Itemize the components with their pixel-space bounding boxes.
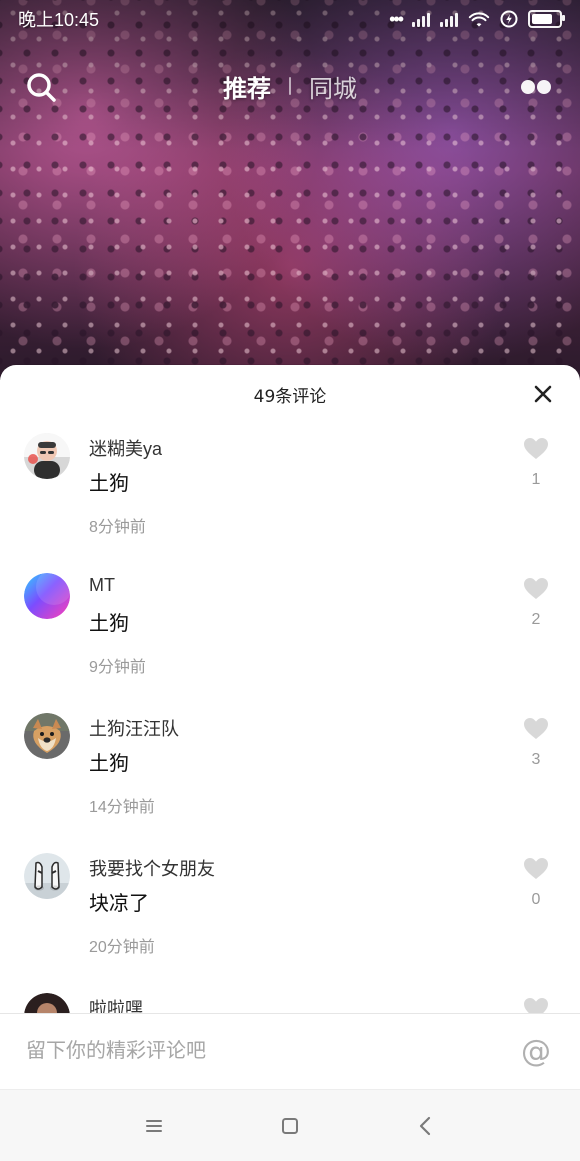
like-count: 2 <box>531 611 541 628</box>
avatar[interactable] <box>24 433 70 479</box>
comment-list[interactable]: 迷糊美ya 土狗 8分钟前 1 MT 土狗 9分钟前 2 土狗汪汪队 土狗 14… <box>0 423 580 1013</box>
comment-input[interactable] <box>24 1039 516 1064</box>
signal-icon <box>412 11 430 27</box>
comment-item: 土狗汪汪队 土狗 14分钟前 3 <box>0 703 580 843</box>
menu-icon <box>146 1119 162 1132</box>
comment-text: 土狗 <box>89 613 129 635</box>
comment-time: 8分钟前 <box>89 519 146 536</box>
comment-time: 9分钟前 <box>89 659 146 676</box>
avatar[interactable] <box>24 713 70 759</box>
comment-input-bar: @ <box>0 1013 580 1089</box>
comment-item: 我要找个女朋友 块凉了 20分钟前 0 <box>0 843 580 983</box>
comment-author[interactable]: 土狗汪汪队 <box>89 715 179 741</box>
close-comments-button[interactable] <box>528 379 558 409</box>
more-status-icon: ••• <box>389 8 404 29</box>
comment-author[interactable]: 我要找个女朋友 <box>89 855 215 881</box>
comment-time: 20分钟前 <box>89 939 155 956</box>
like-count: 1 <box>531 471 541 488</box>
battery-icon <box>528 10 565 28</box>
tab-recommend[interactable]: 推荐 <box>221 65 273 108</box>
signal-icon-2 <box>440 11 458 27</box>
close-icon <box>534 385 552 403</box>
like-count: 3 <box>531 751 541 768</box>
more-button[interactable] <box>514 68 558 106</box>
heart-icon <box>524 858 548 879</box>
avatar[interactable] <box>24 853 70 899</box>
home-icon <box>282 1117 298 1134</box>
comment-item: MT 土狗 9分钟前 2 <box>0 563 580 703</box>
at-icon: @ <box>521 1034 551 1069</box>
avatar-photo-icon <box>24 433 70 479</box>
like-button[interactable]: 1 <box>514 435 558 513</box>
comment-item: 迷糊美ya 土狗 8分钟前 1 <box>0 423 580 563</box>
like-button[interactable]: 2 <box>514 575 558 653</box>
comments-count-title: 49条评论 <box>253 386 327 407</box>
comment-text: 块凉了 <box>89 893 149 915</box>
comment-text: 土狗 <box>89 473 129 495</box>
comments-sheet: 49条评论 迷糊美ya 土狗 8分钟前 1 MT 土狗 9分钟前 2 土狗汪汪队… <box>0 365 580 1161</box>
heart-icon <box>524 718 548 739</box>
comment-author[interactable]: 迷糊美ya <box>89 435 162 461</box>
heart-icon <box>524 578 548 599</box>
tab-divider <box>289 77 291 95</box>
heart-icon <box>524 438 548 459</box>
like-button[interactable]: 3 <box>514 715 558 793</box>
search-icon <box>27 73 56 102</box>
avatar-gradient-icon <box>24 573 70 619</box>
dog-avatar-icon <box>24 713 70 759</box>
home-button[interactable] <box>268 1104 312 1148</box>
feed-tabs: 推荐 同城 <box>221 65 359 108</box>
dots-icon <box>521 80 551 94</box>
tab-local[interactable]: 同城 <box>307 65 359 108</box>
like-button[interactable]: 0 <box>514 855 558 933</box>
search-button[interactable] <box>22 68 60 106</box>
back-icon <box>419 1116 431 1135</box>
like-count: 0 <box>531 891 541 908</box>
comment-time: 14分钟前 <box>89 799 155 816</box>
wifi-icon <box>468 12 490 27</box>
comments-header: 49条评论 <box>0 365 580 423</box>
mention-button[interactable]: @ <box>516 1032 556 1072</box>
shoes-avatar-icon <box>24 853 70 899</box>
bolt-icon <box>500 10 518 28</box>
comment-text: 土狗 <box>89 753 129 775</box>
comment-author[interactable]: MT <box>89 575 115 596</box>
top-navigation: 推荐 同城 <box>0 56 580 116</box>
status-icons: ••• <box>389 8 565 30</box>
status-time: 晚上10:45 <box>18 10 100 30</box>
system-navigation <box>0 1089 580 1161</box>
back-button[interactable] <box>404 1104 448 1148</box>
status-bar: 晚上10:45 ••• <box>0 0 580 38</box>
menu-button[interactable] <box>132 1104 176 1148</box>
avatar[interactable] <box>24 573 70 619</box>
